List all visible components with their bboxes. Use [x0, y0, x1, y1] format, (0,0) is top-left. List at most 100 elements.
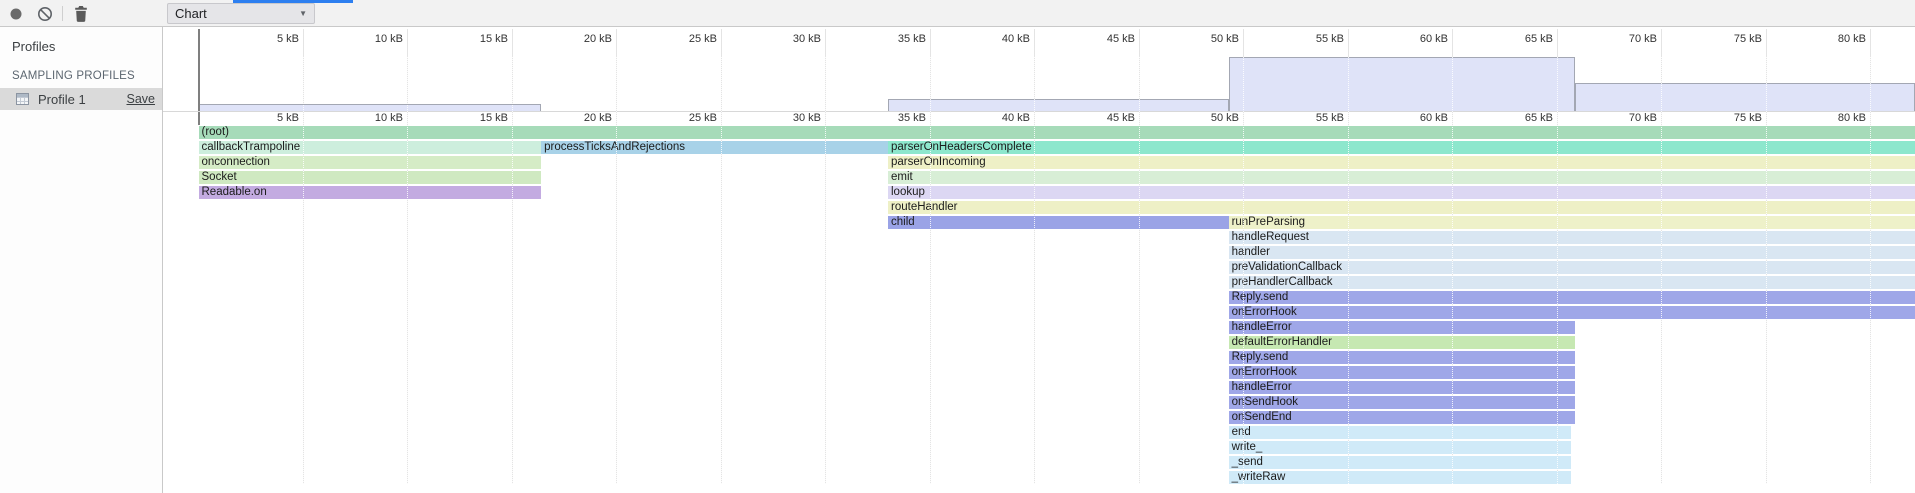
axis-tick-label: 75 kB — [1702, 33, 1762, 45]
allocation-chart: 5 kB 10 kB 15 kB 20 kB 25 kB 30 kB 35 kB 40 kB 4… — [163, 27, 1915, 493]
toolbar: Chart ▼ — [0, 0, 1915, 27]
axis-tick-label: 30 kB — [761, 33, 821, 45]
flame-bar-socket[interactable]: Socket — [199, 171, 542, 184]
dotted-gridline — [1557, 57, 1558, 484]
axis-tick-label: 35 kB — [866, 112, 926, 124]
flame-bar-defaulterrorhandler[interactable]: defaultErrorHandler — [1229, 336, 1576, 349]
axis-tick-label: 50 kB — [1179, 33, 1239, 45]
flame-bar-readable-on[interactable]: Readable.on — [199, 186, 542, 199]
flame-bar-onsendhook[interactable]: onSendHook — [1229, 396, 1576, 409]
axis-tick-label: 10 kB — [343, 112, 403, 124]
axis-tick-label: 35 kB — [866, 33, 926, 45]
record-icon[interactable] — [5, 3, 27, 25]
flame-bar-onconnection[interactable]: onconnection — [199, 156, 542, 169]
axis-tick-label: 80 kB — [1806, 112, 1866, 124]
overview-step — [888, 99, 1229, 111]
sampling-profiles-section-label: SAMPLING PROFILES — [0, 54, 162, 88]
dotted-gridline — [512, 57, 513, 484]
chart-view-select[interactable]: Chart ▼ — [167, 3, 315, 24]
dotted-gridline — [1452, 57, 1453, 484]
flame-bar-send[interactable]: _send — [1229, 456, 1572, 469]
axis-tick-label: 55 kB — [1284, 112, 1344, 124]
flame-bar-root[interactable]: (root) — [199, 126, 1915, 139]
flame-bar-prehandlercallback[interactable]: preHandlerCallback — [1229, 276, 1915, 289]
flame-bar-child[interactable]: child — [888, 216, 1229, 229]
flame-bar-parseronincoming[interactable]: parserOnIncoming — [888, 156, 1915, 169]
axis-tick-label: 30 kB — [761, 112, 821, 124]
dotted-gridline — [1243, 57, 1244, 484]
dotted-gridline — [303, 57, 304, 484]
flame-chart: (root) callbackTrampolineprocessTicksAndR… — [163, 126, 1915, 486]
overview-step — [199, 104, 542, 111]
axis-tick-label: 60 kB — [1388, 112, 1448, 124]
flame-bar-routehandler[interactable]: routeHandler — [888, 201, 1915, 214]
flame-bar-processticksandrejections[interactable]: processTicksAndRejections — [541, 141, 888, 154]
axis-tick-label: 45 kB — [1075, 33, 1135, 45]
flame-bar-runpreparsing[interactable]: runPreParsing — [1229, 216, 1915, 229]
sidebar-title: Profiles — [0, 27, 162, 54]
dotted-gridline — [616, 57, 617, 484]
flame-bar-onerrorhook[interactable]: onErrorHook — [1229, 366, 1576, 379]
flame-bar-onerrorhook[interactable]: onErrorHook — [1229, 306, 1915, 319]
flame-bar-handler[interactable]: handler — [1229, 246, 1915, 259]
dotted-gridline — [1034, 57, 1035, 484]
toolbar-separator — [62, 6, 63, 21]
dotted-gridline — [1870, 57, 1871, 484]
axis-tick-label: 45 kB — [1075, 112, 1135, 124]
flame-bar-reply-send[interactable]: Reply.send — [1229, 291, 1915, 304]
flame-bar-write[interactable]: write_ — [1229, 441, 1572, 454]
axis-tick-label: 20 kB — [552, 112, 612, 124]
axis-tick-label: 65 kB — [1493, 112, 1553, 124]
axis-tick-label: 75 kB — [1702, 112, 1762, 124]
axis-tick-label: 60 kB — [1388, 33, 1448, 45]
flame-bar-onsendend[interactable]: onSendEnd — [1229, 411, 1576, 424]
dotted-gridline — [1348, 57, 1349, 484]
overview-step — [1229, 57, 1576, 111]
save-profile-link[interactable]: Save — [127, 92, 156, 106]
dotted-gridline — [721, 57, 722, 484]
axis-tick-label: 70 kB — [1597, 33, 1657, 45]
profile-table-icon — [16, 93, 29, 105]
chart-view-select-value: Chart — [175, 6, 207, 21]
flame-bar-handlerequest[interactable]: handleRequest — [1229, 231, 1915, 244]
sidebar: Profiles SAMPLING PROFILES Profile 1 Sav… — [0, 27, 163, 493]
axis-tick-label: 15 kB — [448, 33, 508, 45]
dotted-gridline — [407, 57, 408, 484]
flame-bar-parseronheaderscomplete[interactable]: parserOnHeadersComplete — [888, 141, 1915, 154]
axis-tick-label: 80 kB — [1806, 33, 1866, 45]
clear-icon[interactable] — [34, 3, 56, 25]
flame-bar-handleerror[interactable]: handleError — [1229, 321, 1576, 334]
flame-bar-emit[interactable]: emit — [888, 171, 1915, 184]
axis-tick-label: 55 kB — [1284, 33, 1344, 45]
trash-icon[interactable] — [70, 3, 92, 25]
flame-bar-handleerror[interactable]: handleError — [1229, 381, 1576, 394]
axis-tick-label: 25 kB — [657, 33, 717, 45]
flame-bar-callbacktrampoline[interactable]: callbackTrampoline — [199, 141, 542, 154]
sidebar-item-profile-1[interactable]: Profile 1 Save — [0, 88, 162, 110]
axis-tick-label: 50 kB — [1179, 112, 1239, 124]
axis-tick-label: 65 kB — [1493, 33, 1553, 45]
heap-profiler-window: Chart ▼ Profiles SAMPLING PROFILES Profi… — [0, 0, 1915, 493]
axis-tick-label: 40 kB — [970, 112, 1030, 124]
axis-tick-label: 70 kB — [1597, 112, 1657, 124]
flame-bar-prevalidationcallback[interactable]: preValidationCallback — [1229, 261, 1915, 274]
axis-tick-label: 5 kB — [239, 33, 299, 45]
dotted-gridline — [1661, 57, 1662, 484]
overview-step — [1575, 83, 1915, 111]
axis-tick-label: 10 kB — [343, 33, 403, 45]
axis-tick-label: 5 kB — [239, 112, 299, 124]
flame-bar-end[interactable]: end — [1229, 426, 1572, 439]
axis-tick-label: 25 kB — [657, 112, 717, 124]
dotted-gridline — [1766, 57, 1767, 484]
flame-bar-writeraw[interactable]: _writeRaw — [1229, 471, 1572, 484]
dotted-gridline — [1139, 57, 1140, 484]
flame-bar-reply-send[interactable]: Reply.send — [1229, 351, 1576, 364]
axis-tick-label: 20 kB — [552, 33, 612, 45]
chevron-down-icon: ▼ — [299, 9, 307, 18]
axis-tick-label: 15 kB — [448, 112, 508, 124]
axis-tick-label: 40 kB — [970, 33, 1030, 45]
dotted-gridline — [825, 57, 826, 484]
profile-name: Profile 1 — [38, 92, 127, 107]
flame-bar-lookup[interactable]: lookup — [888, 186, 1915, 199]
dotted-gridline — [930, 57, 931, 484]
